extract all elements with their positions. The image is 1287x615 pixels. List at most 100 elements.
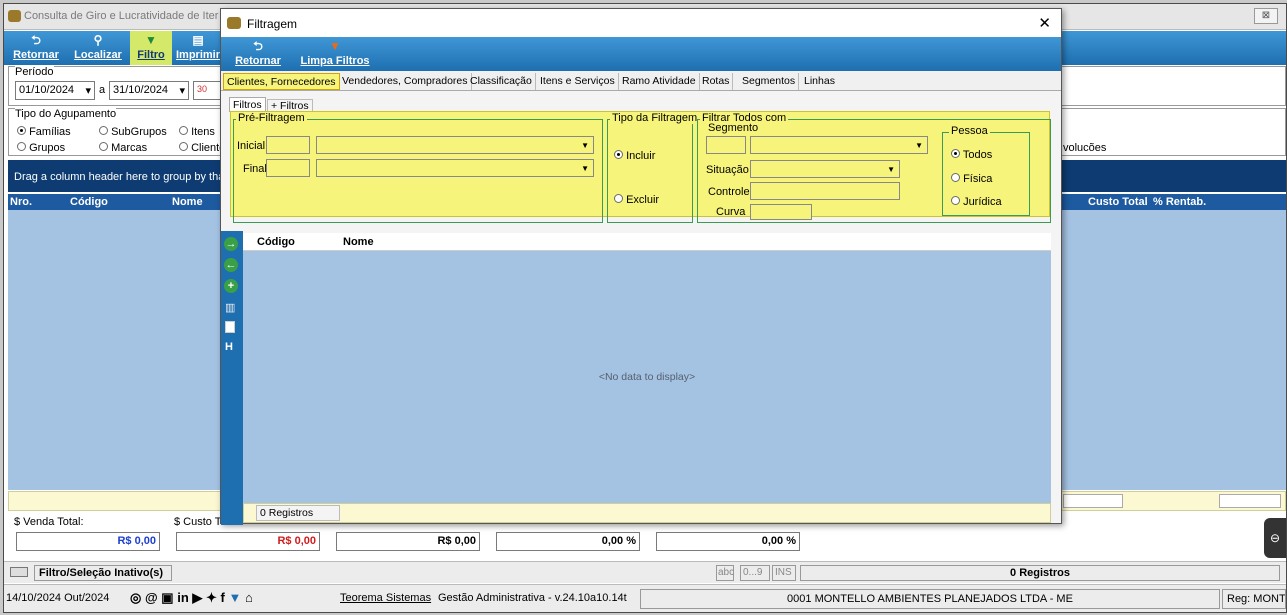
status-bar: Filtro/Seleção Inativo(s) abc 0...9 INS … [4, 561, 1286, 583]
document-icon[interactable] [225, 321, 235, 333]
calendar-button[interactable]: 30 [193, 81, 223, 100]
periodo-label: Período [15, 66, 54, 78]
funnel-icon: ▼ [145, 33, 157, 47]
return-icon: ⮌ [31, 33, 41, 47]
radio-excluir[interactable]: Excluir [614, 194, 659, 206]
radio-marcas[interactable]: Marcas [99, 142, 147, 154]
save-icon[interactable]: H [225, 341, 237, 353]
radio-subgrupos[interactable]: SubGrupos [99, 126, 167, 138]
social-icons[interactable]: ◎ @ ▣ in ▶ ✦ f ▼ ⌂ [130, 590, 253, 606]
tab-linhas[interactable]: Linhas [801, 73, 838, 90]
controle-field[interactable] [750, 182, 900, 200]
no-data-message: <No data to display> [598, 371, 696, 383]
youtube-icon[interactable]: ▶ [192, 590, 202, 605]
radio-todos[interactable]: Todos [951, 149, 992, 161]
situacao-label: Situação [706, 164, 749, 176]
date-to-field[interactable]: 31/10/2024 ▾ [109, 81, 189, 100]
radio-incluir[interactable]: Incluir [614, 150, 655, 162]
inicial-select[interactable]: ▼ [316, 136, 594, 154]
final-select[interactable]: ▼ [316, 159, 594, 177]
grid-col-codigo[interactable]: Código [257, 236, 295, 248]
tab-classificacao[interactable]: Classificação [467, 73, 536, 90]
printer-icon: ▤ [192, 33, 204, 47]
linkedin-icon[interactable]: in [177, 590, 189, 605]
arrow-left-icon[interactable]: ← [224, 258, 238, 272]
radio-familias[interactable]: Famílias [17, 126, 71, 138]
curva-label: Curva [716, 206, 746, 218]
filtrar-todos-group: Filtrar Todos com Segmento ▼ Situação ▼ … [697, 112, 1051, 223]
dialog-retornar-button[interactable]: ⮌ Retornar [231, 37, 285, 71]
tab-itens-servicos[interactable]: Itens e Serviços [537, 73, 619, 90]
tab-segmentos[interactable]: Segmentos [739, 73, 800, 90]
tab-ramo-atividade[interactable]: Ramo Atividade [619, 73, 700, 90]
inicial-code-field[interactable] [266, 136, 310, 154]
main-window-title: Consulta de Giro e Lucratividade de Iter [24, 10, 219, 22]
chevron-down-icon: ▼ [915, 141, 923, 150]
col-custo-total[interactable]: Custo Total [1088, 196, 1148, 208]
chevron-down-icon: ▼ [581, 164, 589, 173]
situacao-select[interactable]: ▼ [750, 160, 900, 178]
email-icon[interactable]: @ [145, 590, 158, 605]
filter-icon[interactable]: ▼ [229, 590, 242, 605]
venda-total-label: $ Venda Total: [14, 516, 84, 528]
chevron-down-icon: ▼ [581, 141, 589, 150]
abc-indicator: abc [716, 565, 734, 581]
calendar-icon: 30 [197, 84, 208, 94]
registros-count: 0 Registros [800, 565, 1280, 581]
dialog-toolbar: ⮌ Retornar ▼ Limpa Filtros [221, 37, 1061, 71]
instagram-icon[interactable]: ▣ [161, 590, 173, 605]
dialog-icon [227, 17, 241, 29]
total-value-3: R$ 0,00 [336, 532, 480, 551]
imprimir-button[interactable]: ▤ Imprimir [174, 31, 222, 65]
keyboard-icon [10, 567, 28, 577]
side-toolbar: → ← + ▥ H [221, 231, 243, 525]
radio-juridica[interactable]: Jurídica [951, 196, 1002, 208]
final-code-field[interactable] [266, 159, 310, 177]
tab-vendedores-compradores[interactable]: Vendedores, Compradores [339, 73, 472, 90]
tab-rotas[interactable]: Rotas [699, 73, 734, 90]
facebook-icon[interactable]: f [221, 590, 225, 605]
filtro-button[interactable]: ▼ Filtro [130, 31, 172, 65]
dialog-close-button[interactable]: ✕ [1038, 14, 1051, 32]
tab-clientes-fornecedores[interactable]: Clientes, Fornecedores [223, 73, 340, 90]
localizar-button[interactable]: ⚲ Localizar [70, 31, 126, 65]
limpa-filtros-button[interactable]: ▼ Limpa Filtros [299, 37, 371, 71]
radio-cliente[interactable]: Cliente [179, 142, 225, 154]
col-nro[interactable]: Nro. [10, 196, 32, 208]
graduation-icon[interactable]: ⌂ [245, 590, 253, 605]
bottom-bar: 14/10/2024 Out/2024 ◎ @ ▣ in ▶ ✦ f ▼ ⌂ T… [4, 584, 1286, 612]
final-label: Final [243, 163, 267, 175]
curva-field[interactable] [750, 204, 812, 220]
segmento-code-field[interactable] [706, 136, 746, 154]
col-rentab[interactable]: % Rentab. [1153, 196, 1206, 208]
radio-grupos[interactable]: Grupos [17, 142, 65, 154]
segmento-select[interactable]: ▼ [750, 136, 928, 154]
add-icon[interactable]: + [224, 279, 238, 293]
tipo-filtragem-label: Tipo da Filtragem [610, 112, 700, 124]
radio-fisica[interactable]: Física [951, 173, 992, 185]
teorema-link[interactable]: Teorema Sistemas [340, 592, 431, 604]
total-value-5: 0,00 % [656, 532, 800, 551]
date-from-field[interactable]: 01/10/2024 ▾ [15, 81, 95, 100]
tipo-filtragem-group: Tipo da Filtragem Incluir Excluir [607, 112, 700, 223]
chevron-down-icon: ▼ [887, 165, 895, 174]
retornar-button[interactable]: ⮌ Retornar [8, 31, 64, 65]
radio-itens[interactable]: Itens [179, 126, 215, 138]
twitter-icon[interactable]: ✦ [206, 590, 217, 605]
a-label: a [99, 84, 106, 96]
subtab-filtros[interactable]: Filtros [229, 97, 266, 112]
pessoa-group: Pessoa Todos Física Jurídica [942, 125, 1030, 216]
grid-col-nome[interactable]: Nome [343, 236, 374, 248]
col-codigo[interactable]: Código [70, 196, 108, 208]
main-close-button[interactable]: ⊠ [1254, 8, 1278, 24]
whatsapp-icon[interactable]: ◎ [130, 590, 141, 605]
inicial-label: Inicial [237, 140, 266, 152]
footer-cell [1219, 494, 1281, 508]
arrow-right-icon[interactable]: → [224, 237, 238, 251]
trash-icon[interactable]: ▥ [225, 301, 237, 314]
dialog-tabs: Clientes, Fornecedores Vendedores, Compr… [221, 71, 1061, 91]
filter-grid-body[interactable]: <No data to display> [243, 251, 1051, 503]
col-nome[interactable]: Nome [172, 196, 203, 208]
filter-grid-header: Código Nome [243, 233, 1051, 251]
side-panel-toggle[interactable]: ⊖ [1264, 518, 1286, 558]
